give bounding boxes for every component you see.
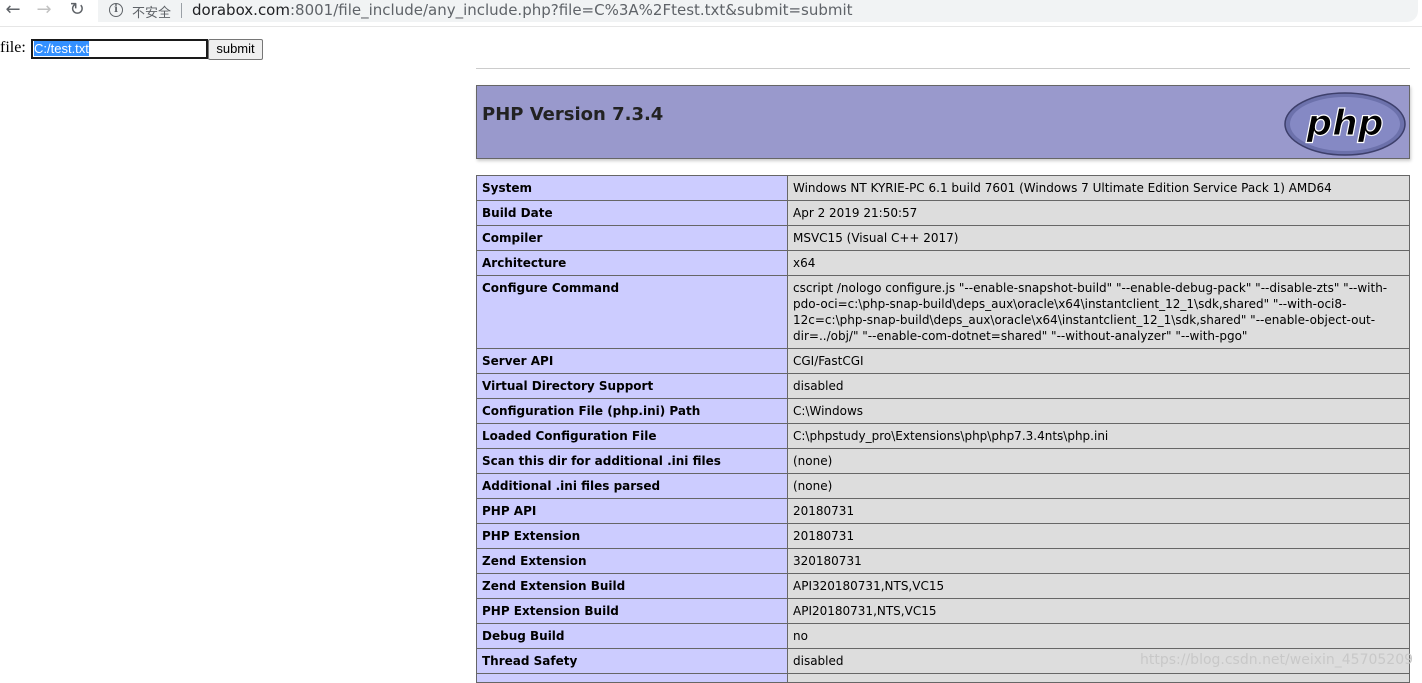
row-key: PHP Extension Build [476, 598, 788, 624]
watermark: https://blog.csdn.net/weixin_45705209 [1140, 652, 1414, 668]
address-bar[interactable]: i 不安全 dorabox.com:8001/file_include/any_… [98, 0, 1418, 22]
row-value: cscript /nologo configure.js "--enable-s… [787, 275, 1410, 349]
row-key: PHP API [476, 498, 788, 524]
row-value: disabled [787, 373, 1410, 399]
security-label[interactable]: 不安全 [132, 2, 171, 21]
row-value: Apr 2 2019 21:50:57 [787, 200, 1410, 226]
table-row [476, 673, 1410, 683]
row-key [476, 673, 788, 683]
file-label: file: [0, 39, 26, 56]
php-info-table: System Windows NT KYRIE-PC 6.1 build 7601… [476, 175, 1410, 683]
url-path: :8001/file_include/any_include.php?file=… [289, 1, 853, 19]
table-row: Server API CGI/FastCGI [476, 348, 1410, 374]
back-arrow-icon[interactable]: ← [2, 0, 24, 22]
table-row: Configure Command cscript /nologo configu… [476, 275, 1410, 349]
row-key: Architecture [476, 250, 788, 276]
table-row: Compiler MSVC15 (Visual C++ 2017) [476, 225, 1410, 251]
table-row: Build Date Apr 2 2019 21:50:57 [476, 200, 1410, 226]
row-key: Loaded Configuration File [476, 423, 788, 449]
row-key: Build Date [476, 200, 788, 226]
row-value: 20180731 [787, 498, 1410, 524]
row-key: Virtual Directory Support [476, 373, 788, 399]
file-input[interactable]: C:/test.txt [31, 39, 208, 59]
row-key: Configure Command [476, 275, 788, 349]
table-row: Additional .ini files parsed (none) [476, 473, 1410, 499]
row-value: x64 [787, 250, 1410, 276]
row-value: (none) [787, 473, 1410, 499]
row-value: no [787, 623, 1410, 649]
info-icon[interactable]: i [109, 3, 123, 17]
table-row: Virtual Directory Support disabled [476, 373, 1410, 399]
file-input-value: C:/test.txt [34, 41, 89, 56]
php-version-title: PHP Version 7.3.4 [482, 104, 664, 125]
horizontal-rule [476, 68, 1410, 69]
reload-icon[interactable]: ↻ [66, 0, 88, 22]
url-host: dorabox.com [192, 1, 290, 19]
table-row: System Windows NT KYRIE-PC 6.1 build 7601… [476, 175, 1410, 201]
row-key: System [476, 175, 788, 201]
url-text[interactable]: dorabox.com:8001/file_include/any_includ… [192, 1, 853, 19]
row-value: C:\Windows [787, 398, 1410, 424]
php-logo-text: php [1305, 103, 1383, 144]
table-row: PHP API 20180731 [476, 498, 1410, 524]
row-value: MSVC15 (Visual C++ 2017) [787, 225, 1410, 251]
row-value: 320180731 [787, 548, 1410, 574]
row-key: Configuration File (php.ini) Path [476, 398, 788, 424]
row-value: 20180731 [787, 523, 1410, 549]
row-value: API20180731,NTS,VC15 [787, 598, 1410, 624]
table-row: Loaded Configuration File C:\phpstudy_pro… [476, 423, 1410, 449]
address-separator [181, 3, 182, 18]
row-value [787, 673, 1410, 683]
table-row: Zend Extension 320180731 [476, 548, 1410, 574]
table-row: PHP Extension 20180731 [476, 523, 1410, 549]
table-row: Configuration File (php.ini) Path C:\Wind… [476, 398, 1410, 424]
row-key: Scan this dir for additional .ini files [476, 448, 788, 474]
php-logo[interactable]: php [1283, 91, 1407, 157]
row-key: Debug Build [476, 623, 788, 649]
row-key: Zend Extension [476, 548, 788, 574]
row-value: Windows NT KYRIE-PC 6.1 build 7601 (Wind… [787, 175, 1410, 201]
forward-arrow-icon[interactable]: → [33, 0, 55, 22]
row-key: Compiler [476, 225, 788, 251]
row-key: Zend Extension Build [476, 573, 788, 599]
table-row: PHP Extension Build API20180731,NTS,VC15 [476, 598, 1410, 624]
row-key: Thread Safety [476, 648, 788, 674]
row-value: (none) [787, 448, 1410, 474]
php-version-header: PHP Version 7.3.4 php [476, 85, 1410, 159]
browser-toolbar: ← → ↻ i 不安全 dorabox.com:8001/file_includ… [0, 0, 1422, 27]
table-row: Zend Extension Build API320180731,NTS,VC1… [476, 573, 1410, 599]
table-row: Debug Build no [476, 623, 1410, 649]
submit-button[interactable]: submit [208, 39, 263, 60]
row-value: CGI/FastCGI [787, 348, 1410, 374]
row-value: API320180731,NTS,VC15 [787, 573, 1410, 599]
row-value: C:\phpstudy_pro\Extensions\php\php7.3.4n… [787, 423, 1410, 449]
row-key: Additional .ini files parsed [476, 473, 788, 499]
table-row: Scan this dir for additional .ini files(… [476, 448, 1410, 474]
table-row: Architecture x64 [476, 250, 1410, 276]
row-key: PHP Extension [476, 523, 788, 549]
row-key: Server API [476, 348, 788, 374]
